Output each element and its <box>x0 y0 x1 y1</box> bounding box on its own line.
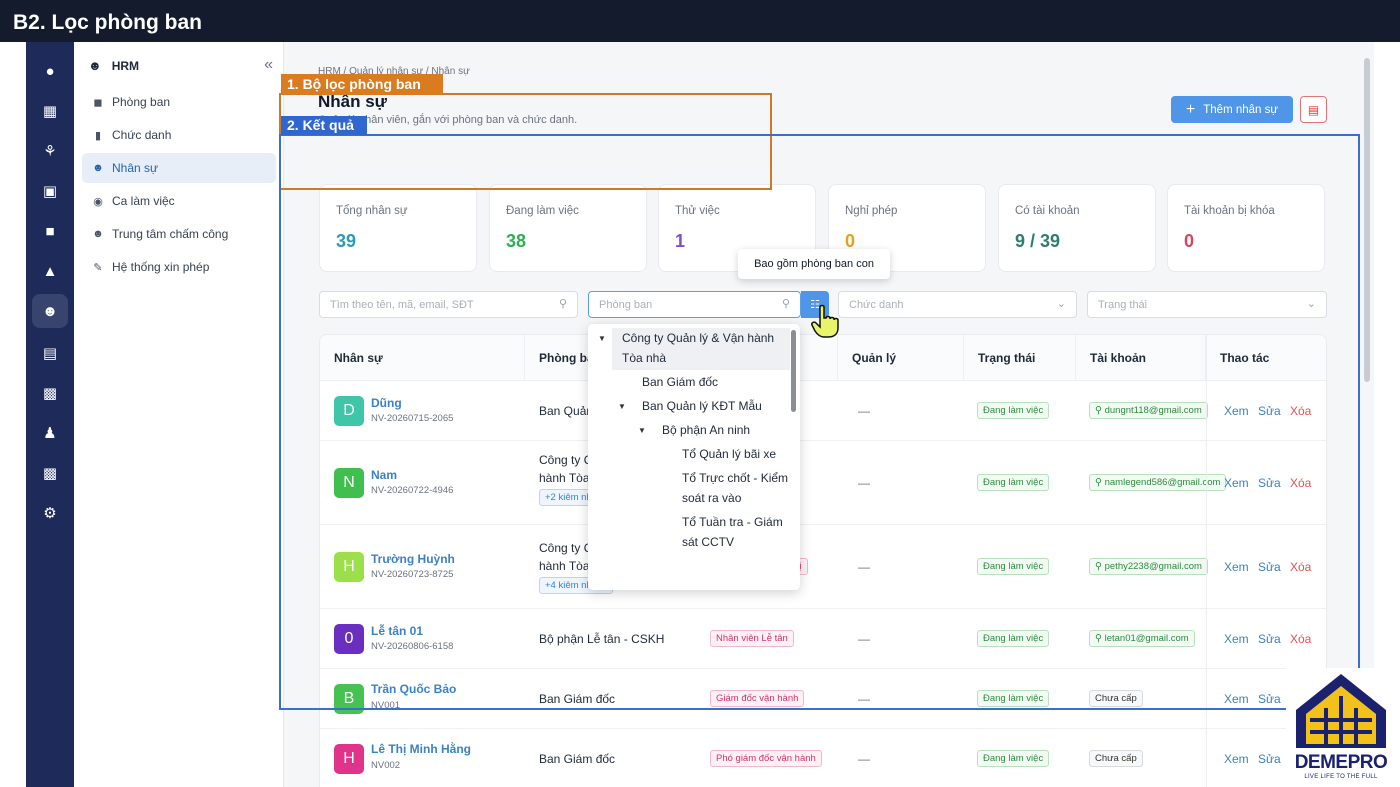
plus-icon: + <box>1185 100 1196 118</box>
tutorial-banner: B2. Lọc phòng ban <box>0 0 1400 42</box>
edit-button[interactable]: Sửa <box>1258 752 1281 766</box>
clock-icon: ◉ <box>93 195 103 208</box>
avatar: H <box>334 744 364 774</box>
account-badge: Chưa cấp <box>1089 750 1143 767</box>
module-title: HRM <box>111 58 140 73</box>
people-group-icon[interactable]: ⚘ <box>32 134 68 168</box>
calculator-icon[interactable]: ▣ <box>32 174 68 208</box>
briefcase-icon[interactable]: ■ <box>32 214 68 248</box>
sidebar-item-cham-cong[interactable]: ☻ Trung tâm chấm công <box>82 219 276 249</box>
hrm-users-icon[interactable]: ☻ <box>32 294 68 328</box>
settings-gear-icon[interactable]: ⚙ <box>32 496 68 530</box>
export-icon: ▤ <box>1307 102 1320 117</box>
annotation-filter-label: 1. Bộ lọc phòng ban <box>281 74 443 95</box>
annotation-result-label: 2. Kết quả <box>281 116 367 135</box>
hrm-sidebar: ☻ HRM « ◼ Phòng ban ▮ Chức danh ☻ Nhân sự ◉… <box>74 42 284 787</box>
user-clock-icon: ☻ <box>92 228 104 240</box>
demepro-logo: DEMEPRO LIVE LIFE TO THE FULL <box>1286 668 1396 787</box>
logo-tagline: LIVE LIFE TO THE FULL <box>1304 774 1378 780</box>
status-badge: Đang làm việc <box>977 750 1050 767</box>
add-employee-button[interactable]: + Thêm nhân sự <box>1171 96 1293 123</box>
house-logo-icon <box>1296 674 1386 748</box>
employee-department: Ban Giám đốc <box>539 752 616 766</box>
building-icon[interactable]: ▦ <box>32 94 68 128</box>
store-icon[interactable]: ▩ <box>32 376 68 410</box>
manager-value: — <box>858 752 870 766</box>
users-icon: ☻ <box>88 58 102 73</box>
org-chart-icon: ◼ <box>93 96 103 109</box>
view-button[interactable]: Xem <box>1224 752 1249 766</box>
logo-wordmark: DEMEPRO <box>1294 752 1388 773</box>
sidebar-header: ☻ HRM <box>88 58 139 73</box>
table-row[interactable]: H Lê Thị Minh Hằng NV002 Ban Giám đốc Ph… <box>320 729 1326 787</box>
user-icon[interactable]: ● <box>32 54 68 88</box>
employee-code: NV002 <box>371 760 401 771</box>
person-tie-icon[interactable]: ♟ <box>32 416 68 450</box>
chart-bar-icon[interactable]: ▩ <box>32 456 68 490</box>
form-icon: ✎ <box>93 261 103 274</box>
role-tag: Phó giám đốc vận hành <box>710 750 822 767</box>
car-icon[interactable]: ▲ <box>32 254 68 288</box>
page-scrollbar[interactable] <box>1364 58 1370 382</box>
annotation-result-box <box>279 134 1360 710</box>
sidebar-item-xin-phep[interactable]: ✎ Hệ thống xin phép <box>82 252 276 282</box>
sidebar-item-ca-lam-viec[interactable]: ◉ Ca làm việc <box>82 186 276 216</box>
sidebar-item-nhan-su[interactable]: ☻ Nhân sự <box>82 153 276 183</box>
users-icon: ☻ <box>92 162 104 174</box>
collapse-sidebar-button[interactable]: « <box>264 56 273 74</box>
module-icon-bar: ● ▦ ⚘ ▣ ■ ▲ ☻ ▤ ▩ ♟ ▩ ⚙ <box>26 42 74 787</box>
city-icon[interactable]: ▤ <box>32 336 68 370</box>
sidebar-item-chuc-danh[interactable]: ▮ Chức danh <box>82 120 276 150</box>
badge-icon: ▮ <box>94 129 102 142</box>
export-button[interactable]: ▤ <box>1300 96 1327 123</box>
sidebar-item-phong-ban[interactable]: ◼ Phòng ban <box>82 87 276 117</box>
employee-name-link[interactable]: Lê Thị Minh Hằng <box>371 742 471 756</box>
